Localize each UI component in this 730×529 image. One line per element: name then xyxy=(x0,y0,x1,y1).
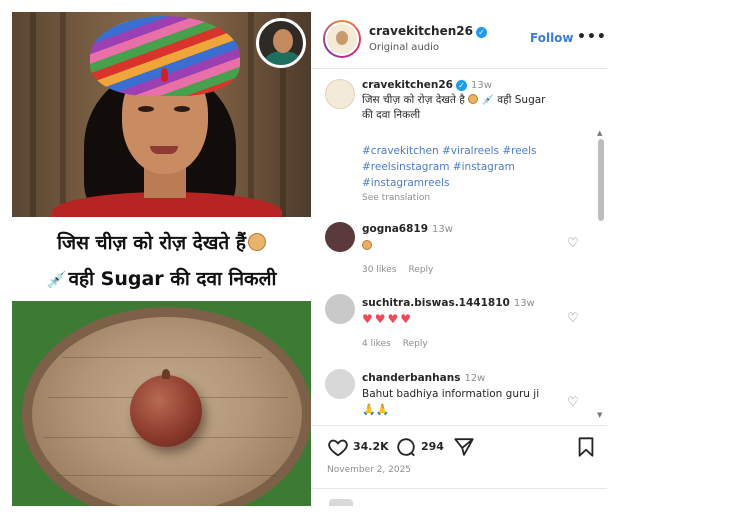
author-avatar[interactable] xyxy=(323,20,361,58)
comment-bubble-icon[interactable] xyxy=(395,436,417,458)
verified-badge-icon: ✓ xyxy=(475,27,487,38)
hashtag-line[interactable]: #reelsinstagram #instagram xyxy=(362,159,572,175)
scroll-up-arrow-icon[interactable]: ▲ xyxy=(597,129,602,137)
comment-username[interactable]: chanderbanhans 12w xyxy=(362,372,485,384)
comment-like-heart-icon[interactable]: ♡ xyxy=(567,311,579,326)
caption-text: जिस चीज़ को रोज़ देखते है 💉 वही Sugar की… xyxy=(362,94,546,121)
onion-icon xyxy=(468,94,479,104)
comment-like-heart-icon[interactable]: ♡ xyxy=(567,395,579,410)
comment-reply-button[interactable]: Reply xyxy=(408,265,433,275)
author-username[interactable]: cravekitchen26 ✓ xyxy=(369,24,487,38)
hashtag-line[interactable]: #instagramreels xyxy=(362,175,572,191)
post-actions-bar: 34.2K 294 xyxy=(311,426,607,470)
onion-image xyxy=(130,375,202,447)
reel-video[interactable]: जिस चीज़ को रोज़ देखते हैं 💉 वही Sugar की… xyxy=(12,12,311,506)
presenter-turban xyxy=(90,16,240,96)
presenter-eye xyxy=(174,106,190,112)
comment-username[interactable]: gogna6819 13w xyxy=(362,223,453,235)
share-send-icon[interactable] xyxy=(453,436,475,458)
syringe-icon: 💉 xyxy=(46,270,67,289)
follow-button[interactable]: Follow xyxy=(530,31,574,45)
syringe-icon: 💉 xyxy=(481,95,494,106)
folded-hands-icon: 🙏🙏 xyxy=(362,403,390,416)
add-comment-emoji-icon[interactable] xyxy=(329,499,353,506)
more-options-icon[interactable]: ••• xyxy=(577,29,607,45)
creator-avatar-overlay xyxy=(256,18,306,68)
save-bookmark-icon[interactable] xyxy=(575,436,597,458)
verified-badge-icon: ✓ xyxy=(455,80,467,91)
original-audio-link[interactable]: Original audio xyxy=(369,42,439,53)
commenter-avatar[interactable] xyxy=(325,294,355,324)
see-translation-link[interactable]: See translation xyxy=(362,193,430,203)
caption-hashtags[interactable]: #cravekitchen #viralreels #reels #reelsi… xyxy=(362,143,572,191)
heart-emoji-icon: ♥♥♥♥ xyxy=(362,312,414,326)
tilak-mark xyxy=(161,68,168,82)
onion-icon xyxy=(362,240,372,250)
like-heart-icon[interactable] xyxy=(327,436,349,458)
video-text-overlay: जिस चीज़ को रोज़ देखते हैं 💉 वही Sugar की… xyxy=(12,217,311,301)
onion-icon xyxy=(247,233,266,251)
comment-meta: 30 likes Reply xyxy=(362,265,445,275)
caption-author-username[interactable]: cravekitchen26 ✓ 13w xyxy=(362,79,492,91)
comment-text: ♥♥♥♥ xyxy=(362,312,413,328)
video-caption-line-2: 💉 वही Sugar की दवा निकली xyxy=(46,268,277,290)
like-count[interactable]: 34.2K xyxy=(353,440,389,453)
commenter-avatar[interactable] xyxy=(325,369,355,399)
comment-meta: 4 likes Reply xyxy=(362,339,440,349)
comment-count[interactable]: 294 xyxy=(421,440,444,453)
comment-username[interactable]: suchitra.biswas.1441810 13w xyxy=(362,297,535,309)
post-date: November 2, 2025 xyxy=(327,465,412,475)
presenter-eye xyxy=(138,106,154,112)
comments-scrollbar[interactable] xyxy=(598,139,604,221)
comment-reply-button[interactable]: Reply xyxy=(403,339,428,349)
post-header: cravekitchen26 ✓ Original audio Follow ••… xyxy=(311,12,607,68)
comment-like-heart-icon[interactable]: ♡ xyxy=(567,236,579,251)
hashtag-line[interactable]: #cravekitchen #viralreels #reels xyxy=(362,143,572,159)
video-frame-presenter xyxy=(12,12,311,232)
post-panel: cravekitchen26 ✓ Original audio Follow ••… xyxy=(311,12,607,506)
comment-likes[interactable]: 30 likes xyxy=(362,265,396,275)
comment-text xyxy=(362,239,372,254)
video-frame-onion xyxy=(12,301,311,506)
presenter-mouth xyxy=(150,146,178,154)
comment-text: Bahut badhiya information guru ji 🙏🙏 xyxy=(362,388,540,416)
comments-section[interactable]: cravekitchen26 ✓ 13w जिस चीज़ को रोज़ देखत… xyxy=(311,69,607,425)
video-caption-line-1: जिस चीज़ को रोज़ देखते हैं xyxy=(12,229,311,255)
scroll-down-arrow-icon[interactable]: ▼ xyxy=(597,411,602,419)
comment-likes[interactable]: 4 likes xyxy=(362,339,391,349)
commenter-avatar[interactable] xyxy=(325,222,355,252)
caption-author-avatar[interactable] xyxy=(325,79,355,109)
